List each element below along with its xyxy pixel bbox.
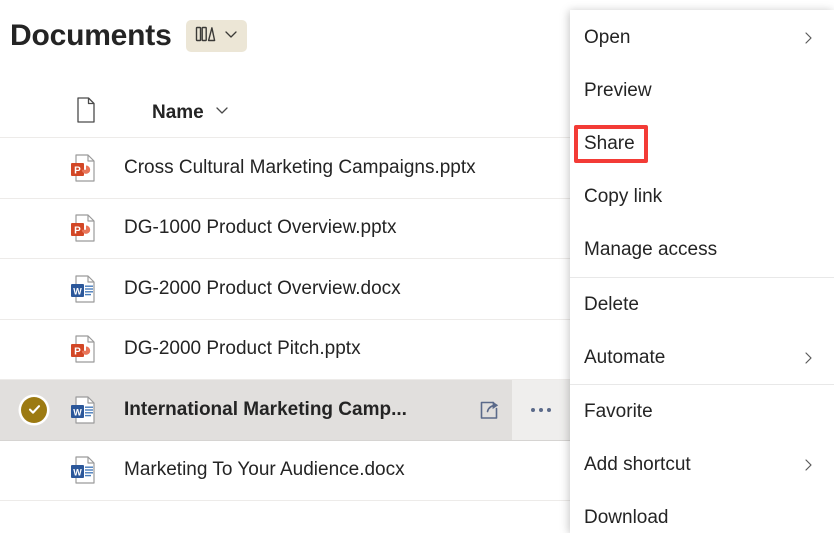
table-row[interactable]: P DG-2000 Product Pitch.pptx xyxy=(0,319,570,380)
svg-text:P: P xyxy=(74,347,81,358)
menu-item-label: Open xyxy=(584,26,631,48)
documents-library-pane: Documents Name P Cross Cultural Marketin… xyxy=(0,0,570,533)
menu-item-label: Delete xyxy=(584,293,639,315)
powerpoint-file-icon: P xyxy=(68,334,100,364)
table-row[interactable]: W DG-2000 Product Overview.docx xyxy=(0,259,570,320)
word-file-icon: W xyxy=(68,395,100,425)
chevron-down-icon xyxy=(213,101,231,124)
word-file-icon: W xyxy=(68,455,100,485)
column-header-row: Name xyxy=(0,88,570,138)
file-name[interactable]: Cross Cultural Marketing Campaigns.pptx xyxy=(100,157,570,179)
menu-item-manage-access[interactable]: Manage access xyxy=(570,224,834,277)
svg-text:W: W xyxy=(73,407,82,417)
file-name[interactable]: DG-2000 Product Pitch.pptx xyxy=(100,338,570,360)
menu-item-label: Copy link xyxy=(584,186,663,208)
menu-item-preview[interactable]: Preview xyxy=(570,64,834,117)
column-header-type-icon[interactable] xyxy=(0,96,100,129)
more-options-icon[interactable] xyxy=(512,380,570,440)
menu-item-favorite[interactable]: Favorite xyxy=(570,385,834,438)
column-header-name[interactable]: Name xyxy=(100,101,231,124)
menu-item-label: Manage access xyxy=(584,239,718,261)
chevron-right-icon xyxy=(800,457,820,473)
file-list: P Cross Cultural Marketing Campaigns.ppt… xyxy=(0,138,570,501)
table-row[interactable]: P DG-1000 Product Overview.pptx xyxy=(0,198,570,259)
column-header-name-label: Name xyxy=(152,101,204,123)
menu-item-add-shortcut[interactable]: Add shortcut xyxy=(570,439,834,492)
file-name[interactable]: International Marketing Camp... xyxy=(100,399,468,421)
file-name[interactable]: Marketing To Your Audience.docx xyxy=(100,459,570,481)
menu-item-delete[interactable]: Delete xyxy=(570,278,834,331)
page-title: Documents xyxy=(10,19,172,52)
row-select-checkbox[interactable] xyxy=(0,396,68,423)
menu-item-label: Add shortcut xyxy=(584,454,691,476)
context-menu: Open Preview Share Copy link Manage acce… xyxy=(570,10,834,533)
checkmark-circle-icon xyxy=(21,396,47,423)
chevron-right-icon xyxy=(800,350,820,366)
books-icon xyxy=(195,24,217,49)
powerpoint-file-icon: P xyxy=(68,153,100,183)
svg-text:W: W xyxy=(73,468,82,478)
menu-item-download[interactable]: Download xyxy=(570,492,834,533)
svg-text:P: P xyxy=(74,226,81,237)
svg-text:W: W xyxy=(73,286,82,296)
table-row-selected[interactable]: W International Marketing Camp... xyxy=(0,380,570,441)
library-type-badge[interactable] xyxy=(185,20,247,52)
menu-item-label: Automate xyxy=(584,346,666,368)
table-row[interactable]: P Cross Cultural Marketing Campaigns.ppt… xyxy=(0,138,570,199)
row-action-buttons xyxy=(468,380,570,440)
word-file-icon: W xyxy=(68,274,100,304)
chevron-right-icon xyxy=(800,30,820,46)
menu-item-label: Favorite xyxy=(584,400,653,422)
menu-item-label: Share xyxy=(584,132,635,154)
menu-item-copy-link[interactable]: Copy link xyxy=(570,171,834,224)
menu-item-open[interactable]: Open xyxy=(570,11,834,64)
svg-text:P: P xyxy=(74,165,81,176)
menu-item-label: Preview xyxy=(584,79,652,101)
menu-item-automate[interactable]: Automate xyxy=(570,331,834,384)
file-name[interactable]: DG-1000 Product Overview.pptx xyxy=(100,217,570,239)
file-name[interactable]: DG-2000 Product Overview.docx xyxy=(100,278,570,300)
chevron-down-icon xyxy=(223,26,239,47)
share-icon[interactable] xyxy=(468,380,512,440)
page-header: Documents xyxy=(10,10,247,62)
menu-item-label: Download xyxy=(584,507,669,529)
document-icon xyxy=(74,96,98,129)
menu-item-share[interactable]: Share xyxy=(570,117,834,170)
powerpoint-file-icon: P xyxy=(68,213,100,243)
table-row[interactable]: W Marketing To Your Audience.docx xyxy=(0,440,570,501)
